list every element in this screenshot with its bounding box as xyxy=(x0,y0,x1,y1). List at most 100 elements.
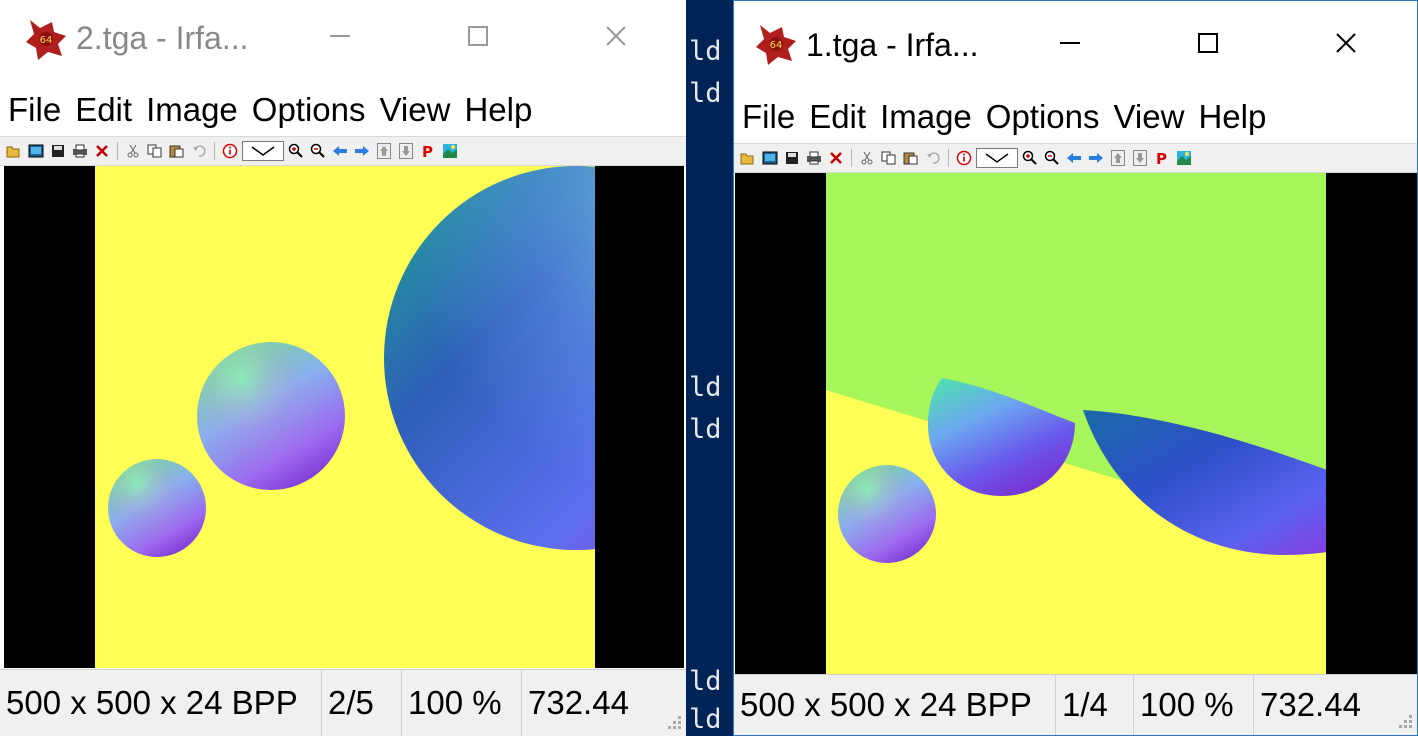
cut-button[interactable] xyxy=(123,141,143,161)
image-canvas xyxy=(826,173,1326,675)
print-button[interactable] xyxy=(804,148,824,168)
cut-button[interactable] xyxy=(857,148,877,168)
paint-button[interactable]: P xyxy=(1152,148,1172,168)
close-icon xyxy=(1336,33,1356,53)
title-bar[interactable]: 64 2.tga - Irfa... xyxy=(0,0,686,80)
next-image-button[interactable] xyxy=(352,141,372,161)
delete-icon xyxy=(96,145,108,157)
up-icon xyxy=(1111,150,1125,166)
menu-help[interactable]: Help xyxy=(1198,98,1266,136)
print-icon xyxy=(73,144,87,158)
thumbnails-icon xyxy=(28,144,44,158)
prev-icon xyxy=(1067,153,1081,163)
next-image-button[interactable] xyxy=(1086,148,1106,168)
delete-button[interactable] xyxy=(826,148,846,168)
zoom-out-button[interactable] xyxy=(1042,148,1062,168)
menu-edit[interactable]: Edit xyxy=(75,91,132,129)
thumbnails-button[interactable] xyxy=(26,141,46,161)
zoom-dropdown[interactable] xyxy=(976,148,1018,168)
toolbar-separator xyxy=(214,142,215,160)
toolbar-separator xyxy=(851,149,852,167)
paste-button[interactable] xyxy=(901,148,921,168)
svg-text:P: P xyxy=(1156,150,1167,166)
title-bar[interactable]: 64 1.tga - Irfa... xyxy=(734,1,1417,81)
close-icon xyxy=(606,26,626,46)
paste-button[interactable] xyxy=(167,141,187,161)
move-up-button[interactable] xyxy=(1108,148,1128,168)
minimize-button[interactable] xyxy=(1040,13,1100,73)
move-up-button[interactable] xyxy=(374,141,394,161)
save-button[interactable] xyxy=(782,148,802,168)
maximize-icon xyxy=(1198,33,1218,53)
minimize-button[interactable] xyxy=(310,6,370,66)
toolbar: P xyxy=(0,136,686,166)
menu-file[interactable]: File xyxy=(8,91,61,129)
window-title: 1.tga - Irfa... xyxy=(806,27,979,63)
status-dimensions: 500 x 500 x 24 BPP xyxy=(734,675,1056,735)
thumbnails-button[interactable] xyxy=(760,148,780,168)
copy-button[interactable] xyxy=(879,148,899,168)
zoom-dropdown[interactable] xyxy=(242,141,284,161)
menu-help[interactable]: Help xyxy=(464,91,532,129)
maximize-button[interactable] xyxy=(448,6,508,66)
zoom-out-button[interactable] xyxy=(308,141,328,161)
menu-edit[interactable]: Edit xyxy=(809,98,866,136)
delete-button[interactable] xyxy=(92,141,112,161)
resize-grip-icon[interactable] xyxy=(1395,713,1413,731)
paste-icon xyxy=(169,145,184,158)
app-icon[interactable]: 64 xyxy=(22,14,70,62)
terminal-text: ld xyxy=(689,704,722,735)
menu-file[interactable]: File xyxy=(742,98,795,136)
menu-image[interactable]: Image xyxy=(146,91,238,129)
slideshow-button[interactable] xyxy=(1174,148,1194,168)
menu-view[interactable]: View xyxy=(380,91,451,129)
zoom-in-button[interactable] xyxy=(1020,148,1040,168)
image-viewport[interactable] xyxy=(735,173,1417,675)
zoom-in-button[interactable] xyxy=(286,141,306,161)
irfanview-window-1[interactable]: 64 1.tga - Irfa... File Edit Image Optio… xyxy=(733,0,1418,736)
move-down-button[interactable] xyxy=(396,141,416,161)
window-title: 2.tga - Irfa... xyxy=(76,20,249,56)
status-bar: 500 x 500 x 24 BPP 2/5 100 % 732.44 xyxy=(0,669,686,736)
print-icon xyxy=(807,151,821,165)
open-button[interactable] xyxy=(738,148,758,168)
svg-text:64: 64 xyxy=(770,40,783,51)
down-icon xyxy=(1133,150,1147,166)
print-button[interactable] xyxy=(70,141,90,161)
previous-image-button[interactable] xyxy=(1064,148,1084,168)
menu-options[interactable]: Options xyxy=(252,91,366,129)
menu-view[interactable]: View xyxy=(1114,98,1185,136)
move-down-button[interactable] xyxy=(1130,148,1150,168)
status-bar: 500 x 500 x 24 BPP 1/4 100 % 732.44 xyxy=(734,674,1417,735)
info-button[interactable] xyxy=(220,141,240,161)
status-dimensions: 500 x 500 x 24 BPP xyxy=(0,670,322,736)
app-icon[interactable]: 64 xyxy=(752,19,800,67)
image-viewport[interactable] xyxy=(4,166,684,668)
maximize-button[interactable] xyxy=(1178,13,1238,73)
terminal-text: ld xyxy=(689,36,722,67)
copy-button[interactable] xyxy=(145,141,165,161)
terminal-text: ld xyxy=(689,414,722,445)
slideshow-button[interactable] xyxy=(440,141,460,161)
zoom-in-icon xyxy=(1022,150,1037,165)
close-button[interactable] xyxy=(1316,13,1376,73)
svg-text:P: P xyxy=(422,143,433,159)
irfanview-window-2[interactable]: 64 2.tga - Irfa... File Edit Image Optio… xyxy=(0,0,686,736)
save-button[interactable] xyxy=(48,141,68,161)
info-button[interactable] xyxy=(954,148,974,168)
paint-button[interactable]: P xyxy=(418,141,438,161)
image-canvas xyxy=(95,166,595,668)
next-icon xyxy=(1089,153,1103,163)
menu-options[interactable]: Options xyxy=(986,98,1100,136)
open-button[interactable] xyxy=(4,141,24,161)
slideshow-icon xyxy=(443,144,457,158)
minimize-icon xyxy=(1060,42,1080,44)
undo-button[interactable] xyxy=(189,141,209,161)
previous-image-button[interactable] xyxy=(330,141,350,161)
resize-grip-icon[interactable] xyxy=(664,714,682,732)
close-button[interactable] xyxy=(586,6,646,66)
save-icon xyxy=(52,145,64,157)
undo-button[interactable] xyxy=(923,148,943,168)
menu-bar: File Edit Image Options View Help xyxy=(734,89,1417,145)
menu-image[interactable]: Image xyxy=(880,98,972,136)
